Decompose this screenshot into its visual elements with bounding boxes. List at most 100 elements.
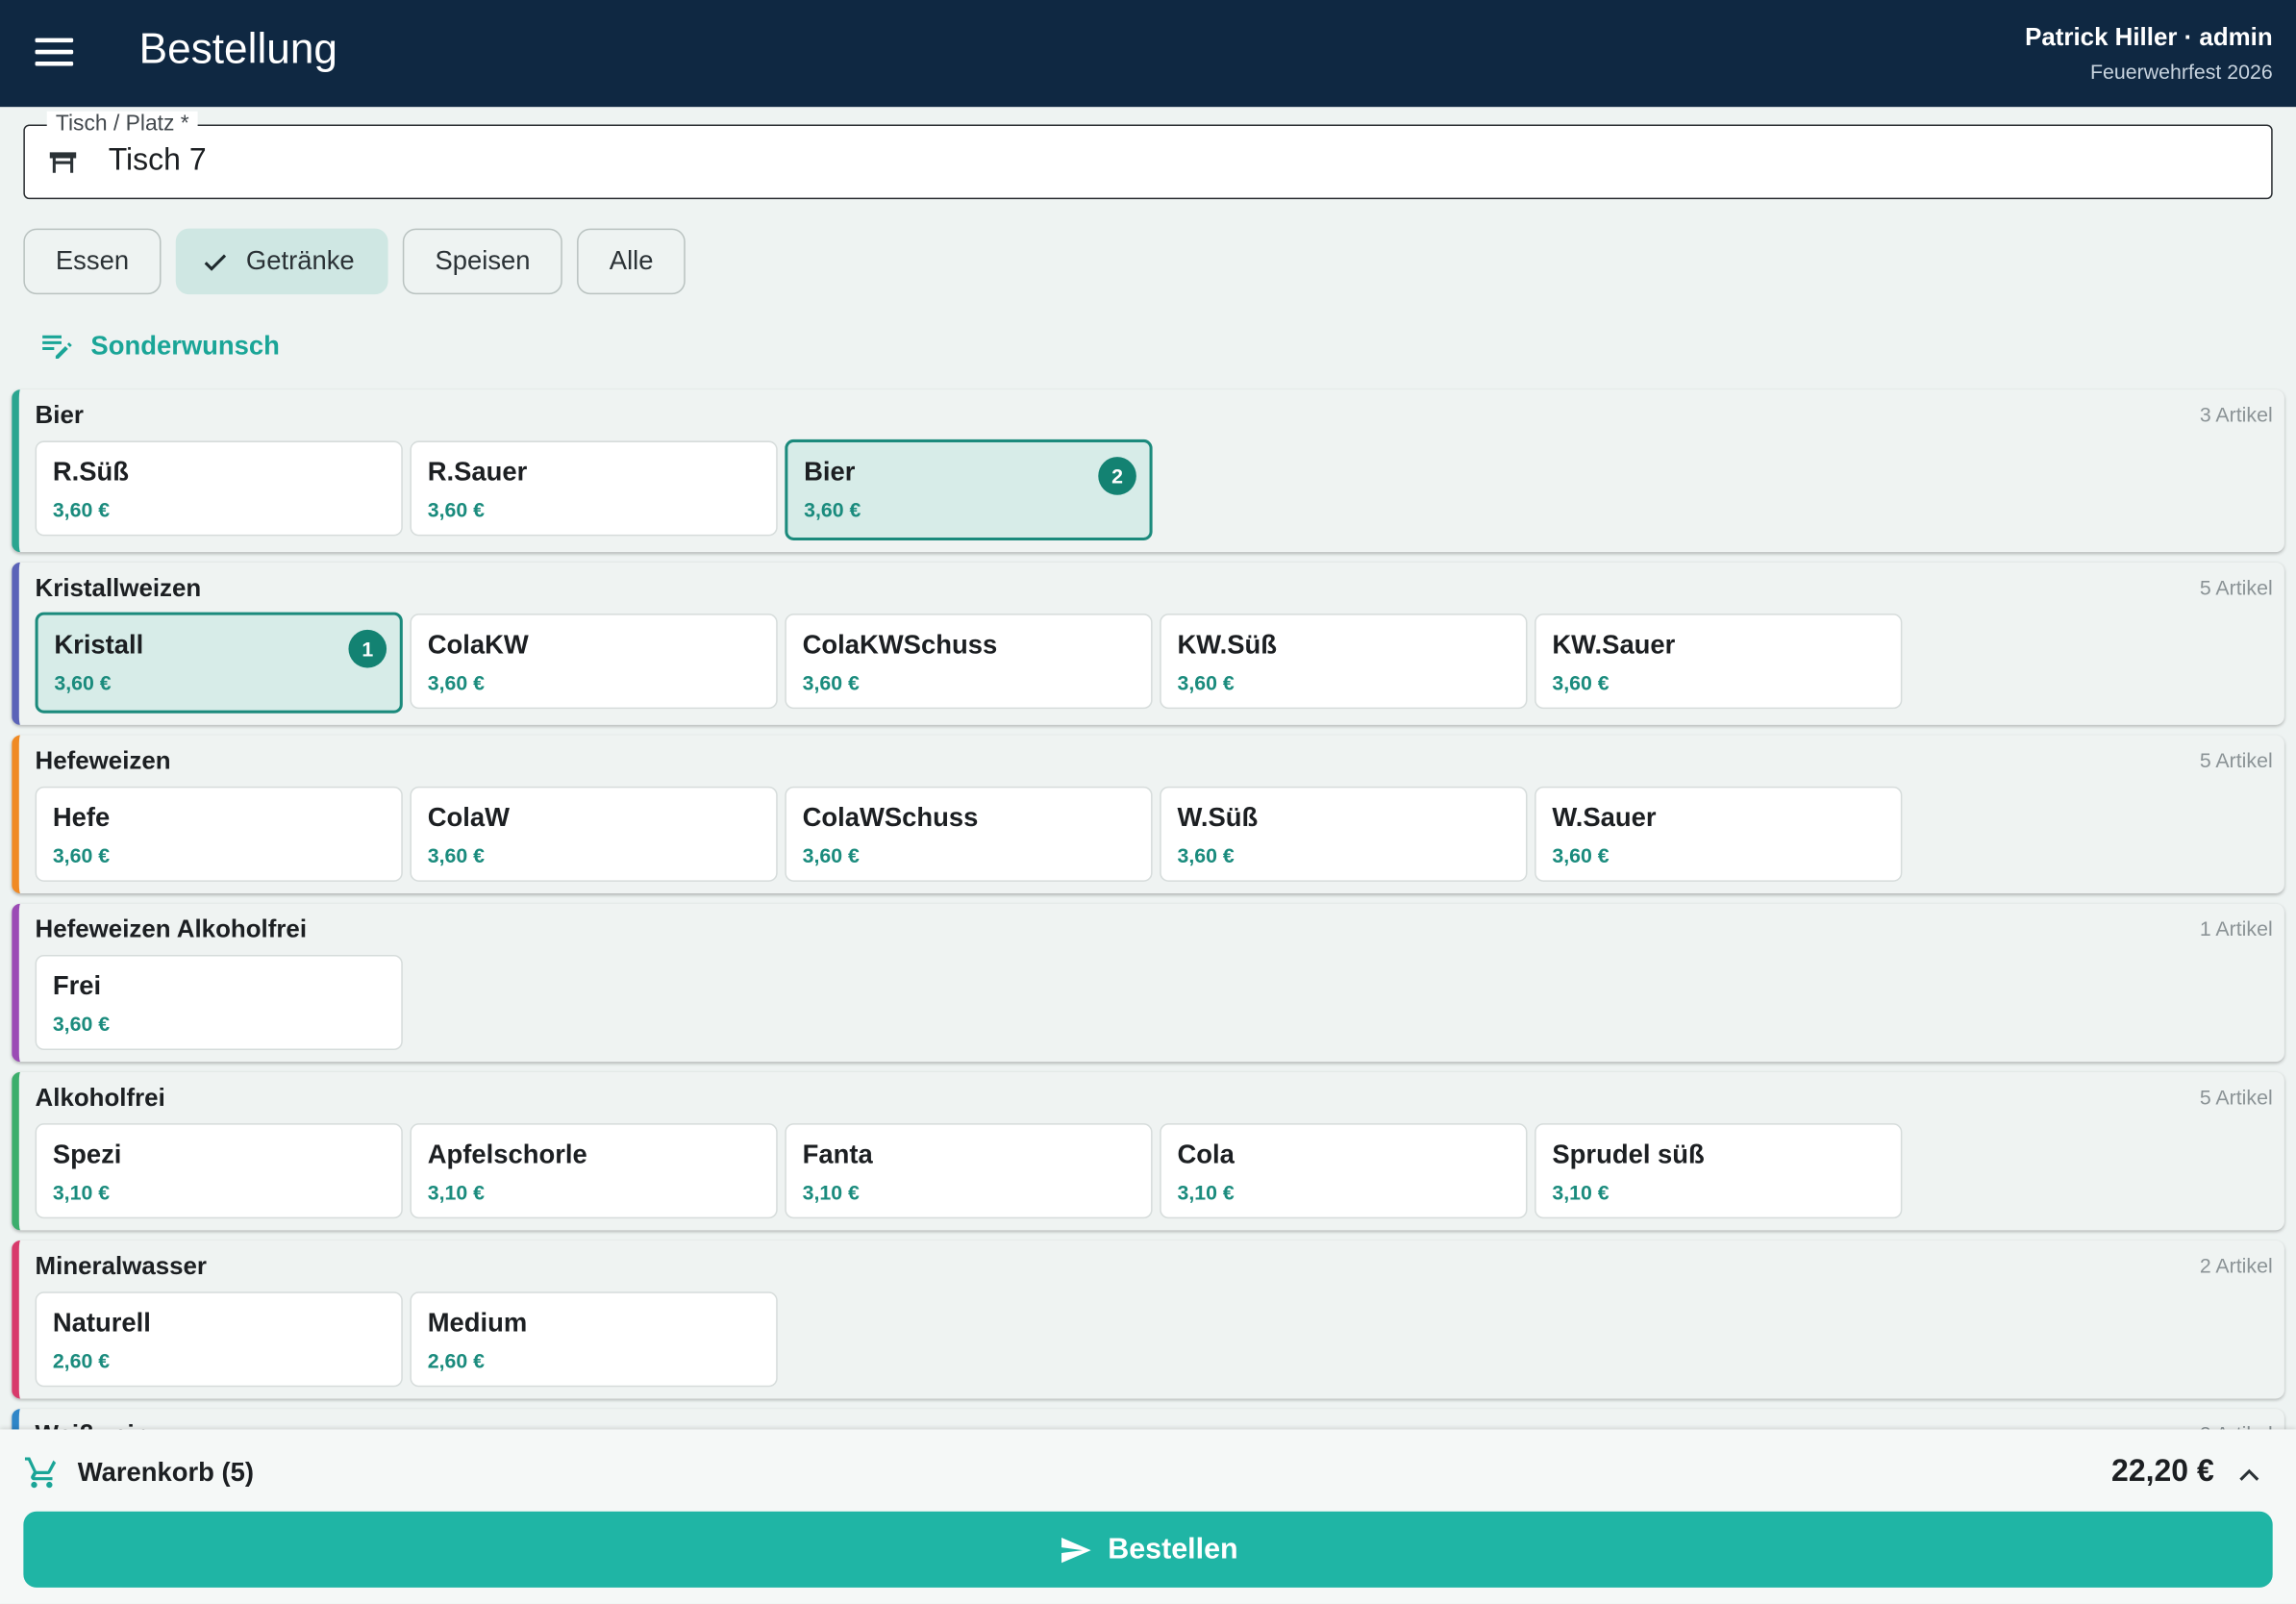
section-count: 5 Artikel	[2199, 1085, 2273, 1109]
product-tile[interactable]: W.Sauer 3,60 €	[1535, 786, 1903, 882]
table-field-value[interactable]: Tisch 7	[109, 143, 207, 179]
product-tile[interactable]: Cola 3,10 €	[1160, 1123, 1528, 1219]
product-tile[interactable]: Fanta 3,10 €	[785, 1123, 1153, 1219]
cart-bar: Warenkorb (5) 22,20 € Bestellen	[0, 1429, 2296, 1604]
product-name: Spezi	[52, 1139, 122, 1169]
user-info: Patrick Hiller · admin Feuerwehrfest 202…	[2025, 23, 2273, 83]
filter-chip-speisen[interactable]: Speisen	[402, 228, 563, 295]
product-name: KW.Sauer	[1552, 629, 1676, 660]
product-name: ColaKW	[427, 629, 529, 660]
cart-total: 22,20 €	[2111, 1454, 2214, 1489]
quantity-badge: 1	[348, 629, 387, 668]
cart-icon	[24, 1457, 57, 1489]
section-card: Alkoholfrei 5 Artikel Spezi 3,10 € Apfelscho…	[12, 1071, 2284, 1231]
product-name: Fanta	[802, 1139, 873, 1169]
product-price: 3,60 €	[52, 497, 111, 522]
product-tile[interactable]: Spezi 3,10 €	[35, 1123, 403, 1219]
section-title: Kristallweizen	[35, 574, 202, 602]
product-name: W.Sauer	[1552, 802, 1657, 833]
event-name: Feuerwehrfest 2026	[2090, 60, 2273, 84]
chevron-up-icon[interactable]	[2234, 1460, 2263, 1489]
section-title: Alkoholfrei	[35, 1084, 165, 1112]
product-tile[interactable]: ColaWSchuss 3,60 €	[785, 786, 1153, 882]
section-title: Hefeweizen	[35, 746, 171, 775]
product-name: Medium	[427, 1308, 528, 1338]
product-price: 3,60 €	[1552, 670, 1610, 694]
product-price: 3,60 €	[802, 843, 860, 867]
product-tile[interactable]: Bier 3,60 € 2	[785, 439, 1153, 540]
menu-icon[interactable]	[35, 38, 74, 67]
special-request-button[interactable]: Sonderwunsch	[38, 328, 280, 363]
order-button-label: Bestellen	[1108, 1532, 1238, 1566]
product-name: Frei	[52, 970, 102, 1001]
product-name: Bier	[804, 457, 856, 487]
product-name: W.Süß	[1177, 802, 1259, 833]
product-tile[interactable]: Kristall 3,60 € 1	[35, 612, 403, 714]
product-name: ColaW	[427, 802, 511, 833]
product-price: 3,60 €	[54, 670, 112, 694]
product-price: 3,10 €	[1177, 1180, 1235, 1204]
product-tile[interactable]: KW.Süß 3,60 €	[1160, 614, 1528, 710]
order-screen: Bestellung Patrick Hiller · admin Feuerw…	[0, 0, 2296, 1604]
product-price: 3,10 €	[52, 1180, 111, 1204]
product-tile[interactable]: Apfelschorle 3,10 €	[410, 1123, 778, 1219]
edit-note-icon	[42, 335, 72, 359]
product-tile[interactable]: KW.Sauer 3,60 €	[1535, 614, 1903, 710]
section-count: 1 Artikel	[2199, 916, 2273, 940]
section-card: Kristallweizen 5 Artikel Kristall 3,60 € 1 Co…	[12, 562, 2284, 725]
item-grid: R.Süß 3,60 € R.Sauer 3,60 € Bier 3,60 € 2	[35, 439, 2270, 540]
item-grid: Naturell 2,60 € Medium 2,60 €	[35, 1291, 2270, 1388]
product-price: 3,60 €	[427, 670, 486, 694]
product-price: 3,60 €	[804, 497, 861, 522]
app-bar: Bestellung Patrick Hiller · admin Feuerw…	[0, 0, 2296, 108]
filter-chip-alle[interactable]: Alle	[577, 228, 686, 295]
product-tile[interactable]: Frei 3,60 €	[35, 954, 403, 1050]
product-price: 3,60 €	[1552, 843, 1610, 867]
product-tile[interactable]: Sprudel süß 3,10 €	[1535, 1123, 1903, 1219]
product-name: Sprudel süß	[1552, 1139, 1705, 1169]
filter-chip-label: Essen	[55, 245, 130, 276]
product-price: 3,10 €	[802, 1180, 860, 1204]
table-field[interactable]: Tisch / Platz * Tisch 7	[23, 111, 2273, 200]
page-title: Bestellung	[138, 26, 337, 74]
product-tile[interactable]: W.Süß 3,60 €	[1160, 786, 1528, 882]
product-name: ColaWSchuss	[802, 802, 979, 833]
special-request-label: Sonderwunsch	[90, 330, 280, 360]
product-name: Cola	[1177, 1139, 1235, 1169]
send-icon	[1061, 1537, 1090, 1563]
product-tile[interactable]: Hefe 3,60 €	[35, 786, 403, 882]
product-price: 2,60 €	[427, 1348, 486, 1373]
product-price: 3,60 €	[52, 1012, 111, 1036]
section-card: Hefeweizen Alkoholfrei 1 Artikel Frei 3,60 …	[12, 903, 2284, 1063]
filter-chip-getränke[interactable]: Getränke	[175, 228, 388, 295]
product-tile[interactable]: R.Süß 3,60 €	[35, 440, 403, 537]
section-count: 2 Artikel	[2199, 1253, 2273, 1278]
product-tile[interactable]: ColaW 3,60 €	[410, 786, 778, 882]
filter-chip-essen[interactable]: Essen	[23, 228, 162, 295]
quantity-badge: 2	[1098, 457, 1136, 495]
item-grid: Kristall 3,60 € 1 ColaKW 3,60 € ColaKWSchuss 3…	[35, 612, 2270, 714]
item-grid: Spezi 3,10 € Apfelschorle 3,10 € Fanta 3,10 €…	[35, 1123, 2270, 1219]
product-sections: Bier 3 Artikel R.Süß 3,60 € R.Sauer 3,60 € Bie…	[12, 389, 2284, 1478]
check-icon	[204, 253, 227, 270]
product-tile[interactable]: R.Sauer 3,60 €	[410, 440, 778, 537]
order-button[interactable]: Bestellen	[23, 1511, 2273, 1588]
product-tile[interactable]: ColaKWSchuss 3,60 €	[785, 614, 1153, 710]
section-card: Hefeweizen 5 Artikel Hefe 3,60 € ColaW 3,60 €…	[12, 735, 2284, 894]
product-name: R.Süß	[52, 457, 130, 487]
item-grid: Hefe 3,60 € ColaW 3,60 € ColaWSchuss 3,60 € W.…	[35, 786, 2270, 882]
category-filters: Essen Getränke Speisen Alle	[23, 228, 686, 295]
product-price: 3,60 €	[1177, 843, 1235, 867]
item-grid: Frei 3,60 €	[35, 954, 2270, 1050]
cart-label[interactable]: Warenkorb (5)	[78, 1457, 254, 1488]
product-name: Apfelschorle	[427, 1139, 587, 1169]
product-name: Kristall	[54, 629, 144, 660]
product-tile[interactable]: Medium 2,60 €	[410, 1291, 778, 1388]
product-price: 3,60 €	[427, 843, 486, 867]
product-price: 3,60 €	[52, 843, 111, 867]
product-tile[interactable]: Naturell 2,60 €	[35, 1291, 403, 1388]
table-field-label: Tisch / Platz *	[46, 111, 198, 137]
filter-chip-label: Speisen	[435, 245, 531, 276]
product-name: KW.Süß	[1177, 629, 1278, 660]
product-tile[interactable]: ColaKW 3,60 €	[410, 614, 778, 710]
